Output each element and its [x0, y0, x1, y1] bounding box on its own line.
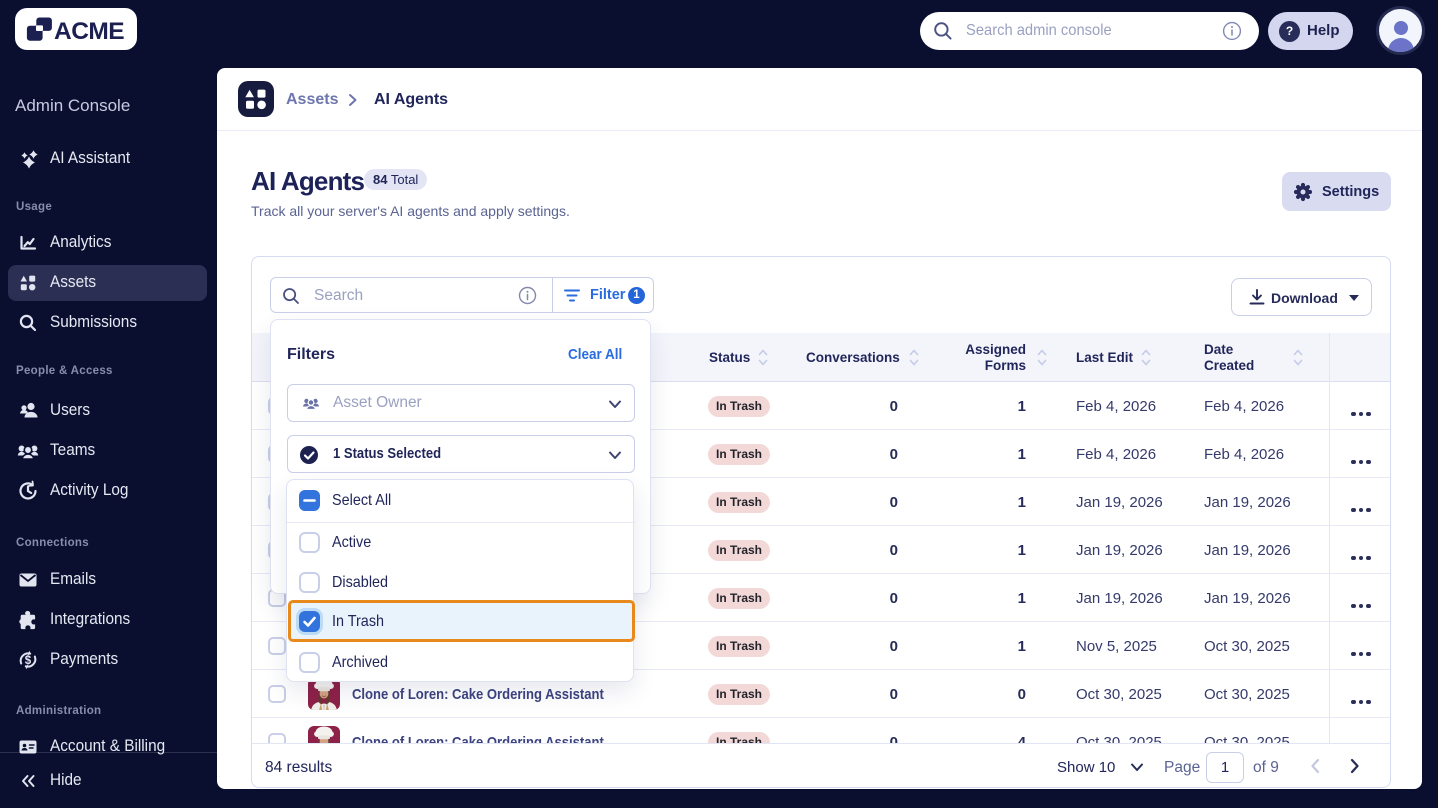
svg-text:$: $	[25, 655, 32, 667]
